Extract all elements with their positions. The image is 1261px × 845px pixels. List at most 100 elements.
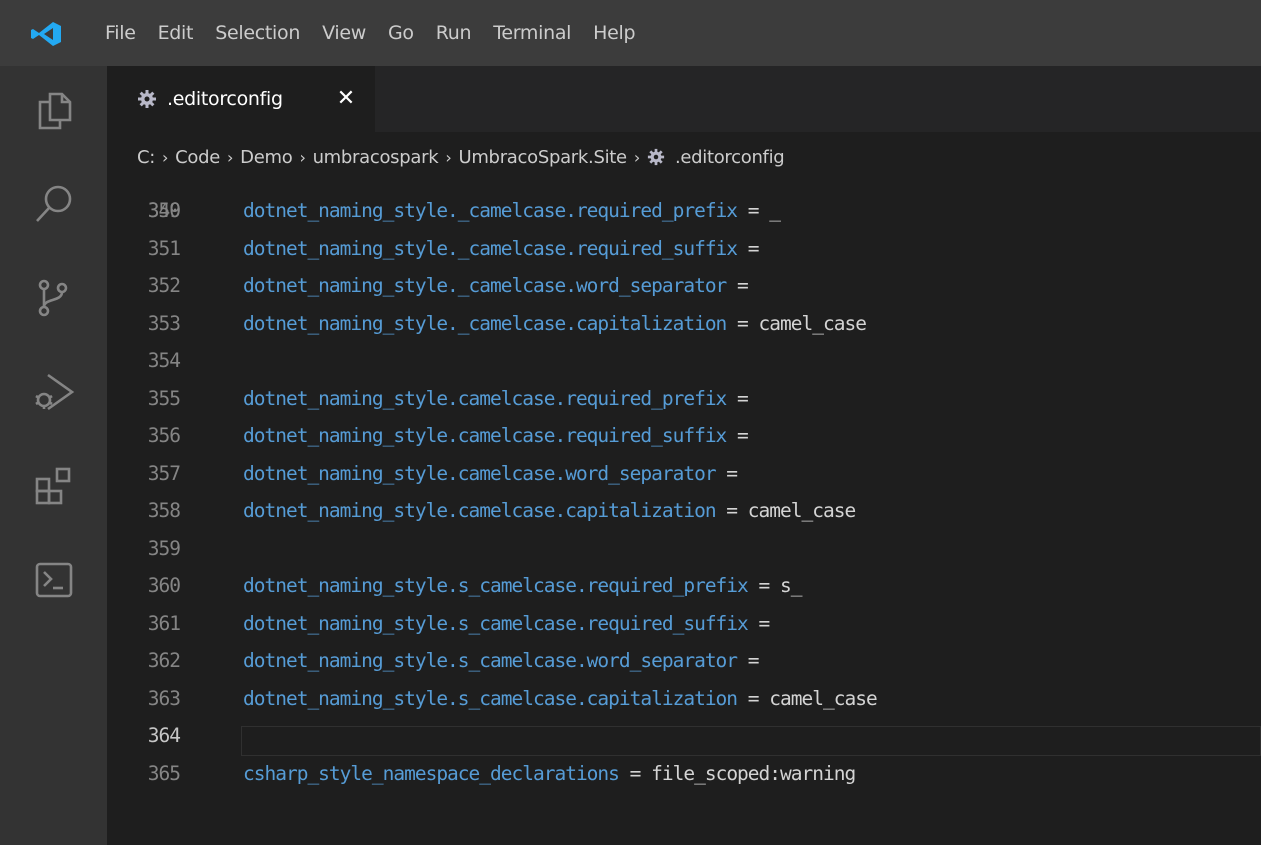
line-number: 360 — [147, 574, 181, 597]
chevron-right-icon: › — [445, 147, 452, 167]
config-key: dotnet_naming_style.s_camelcase.required… — [243, 611, 749, 635]
line-number: 353 — [147, 311, 181, 335]
line-text: dotnet_naming_style.camelcase.capitaliza… — [243, 496, 856, 526]
chevron-right-icon: › — [227, 147, 234, 167]
breadcrumb-item-demo[interactable]: Demo — [240, 147, 293, 168]
chevron-right-icon: › — [162, 147, 169, 167]
breadcrumb-item-code[interactable]: Code — [175, 147, 220, 168]
line-number: 363 — [147, 686, 181, 710]
terminal-icon[interactable] — [32, 558, 76, 602]
code-line[interactable]: 357 dotnet_naming_style.camelcase.word_se… — [107, 459, 1261, 489]
assign-operator: = — [618, 761, 652, 785]
search-icon[interactable] — [32, 182, 76, 226]
assign-operator: = — [737, 199, 770, 222]
code-line[interactable]: 360 dotnet_naming_style.s_camelcase.requi… — [107, 571, 1261, 601]
chevron-right-icon: › — [633, 147, 640, 167]
line-text: dotnet_naming_style.camelcase.required_p… — [243, 384, 749, 414]
config-value: camel_case — [747, 499, 856, 522]
line-text: dotnet_naming_style.s_camelcase.word_sep… — [243, 646, 760, 676]
menu-terminal[interactable]: Terminal — [482, 19, 582, 47]
line-number: 350 — [147, 199, 181, 222]
code-line[interactable]: 355 dotnet_naming_style.camelcase.require… — [107, 384, 1261, 414]
explorer-icon[interactable] — [32, 88, 76, 132]
config-value: s_ — [780, 574, 803, 597]
tab-bar: .editorconfig ✕ — [107, 66, 1261, 132]
assign-operator: = — [747, 574, 781, 597]
extensions-icon[interactable] — [32, 464, 76, 508]
code-line[interactable]: 352 dotnet_naming_style._camelcase.word_s… — [107, 271, 1261, 301]
assign-operator: = — [715, 499, 748, 522]
tab-label: .editorconfig — [167, 88, 283, 110]
code-line[interactable]: 363 dotnet_naming_style.s_camelcase.capit… — [107, 684, 1261, 714]
close-icon[interactable]: ✕ — [333, 86, 359, 112]
menu-edit[interactable]: Edit — [147, 19, 205, 47]
line-text: dotnet_naming_style.s_camelcase.capitali… — [243, 684, 878, 714]
menu-go[interactable]: Go — [377, 19, 425, 47]
menu-help[interactable]: Help — [582, 19, 646, 47]
config-key: dotnet_naming_style.camelcase.required_p… — [243, 386, 727, 410]
config-key: dotnet_naming_style._camelcase.word_sepa… — [243, 274, 727, 297]
code-line: 349 — [107, 182, 1261, 222]
code-editor[interactable]: 349 350 dotnet_naming_style._camelcase.re… — [107, 182, 1261, 845]
assign-operator: = — [726, 386, 749, 410]
breadcrumb-item-site[interactable]: UmbracoSpark.Site — [458, 147, 627, 168]
config-key: dotnet_naming_style.camelcase.capitaliza… — [243, 499, 717, 522]
code-line[interactable]: 365 csharp_style_namespace_declarations =… — [107, 759, 1261, 789]
line-text: dotnet_naming_style._camelcase.required_… — [243, 196, 781, 226]
line-number: 364 — [147, 724, 181, 747]
line-number: 351 — [147, 236, 181, 260]
line-text: dotnet_naming_style.camelcase.required_s… — [243, 421, 749, 451]
line-number: 357 — [147, 461, 181, 485]
config-key: dotnet_naming_style._camelcase.required_… — [243, 236, 738, 260]
line-number: 359 — [147, 536, 181, 560]
chevron-right-icon: › — [299, 147, 306, 167]
menu-file[interactable]: File — [94, 19, 147, 47]
config-value: camel_case — [758, 311, 867, 335]
activity-bar — [0, 66, 107, 845]
config-key: dotnet_naming_style._camelcase.required_… — [243, 199, 738, 222]
code-line[interactable]: 354 — [107, 346, 1261, 376]
run-debug-icon[interactable] — [32, 370, 76, 414]
line-number: 356 — [147, 424, 181, 447]
tab-editorconfig[interactable]: .editorconfig ✕ — [107, 66, 375, 132]
assign-operator: = — [747, 611, 771, 635]
breadcrumb: C: › Code › Demo › umbracospark › Umbrac… — [107, 132, 1261, 182]
assign-operator: = — [726, 424, 749, 447]
config-key: csharp_style_namespace_declarations — [243, 761, 620, 785]
breadcrumb-item-drive[interactable]: C: — [137, 147, 155, 168]
code-line[interactable]: 364 — [107, 721, 1261, 751]
config-value: _ — [769, 199, 781, 222]
config-key: dotnet_naming_style.s_camelcase.capitali… — [243, 686, 738, 710]
line-text: dotnet_naming_style._camelcase.word_sepa… — [243, 271, 749, 301]
line-number: 365 — [147, 761, 181, 785]
vscode-logo-icon — [31, 22, 61, 46]
code-line[interactable]: 353 dotnet_naming_style._camelcase.capita… — [107, 309, 1261, 339]
config-key: dotnet_naming_style.s_camelcase.required… — [243, 574, 749, 597]
breadcrumb-item-file[interactable]: .editorconfig — [675, 147, 785, 168]
assign-operator: = — [737, 686, 770, 710]
code-line[interactable]: 356 dotnet_naming_style.camelcase.require… — [107, 421, 1261, 451]
menu-bar: File Edit Selection View Go Run Terminal… — [94, 19, 646, 47]
line-number: 361 — [147, 611, 181, 635]
code-line[interactable]: 362 dotnet_naming_style.s_camelcase.word_… — [107, 646, 1261, 676]
line-number: 354 — [147, 349, 181, 372]
line-number: 352 — [147, 274, 181, 297]
code-line[interactable]: 359 — [107, 534, 1261, 564]
title-bar: File Edit Selection View Go Run Terminal… — [0, 0, 1261, 66]
code-line[interactable]: 358 dotnet_naming_style.camelcase.capital… — [107, 496, 1261, 526]
line-number: 355 — [147, 386, 181, 410]
assign-operator: = — [715, 461, 738, 485]
code-line[interactable]: 361 dotnet_naming_style.s_camelcase.requi… — [107, 609, 1261, 639]
menu-run[interactable]: Run — [425, 19, 483, 47]
menu-view[interactable]: View — [311, 19, 377, 47]
menu-selection[interactable]: Selection — [204, 19, 311, 47]
assign-operator: = — [737, 649, 760, 672]
line-text: dotnet_naming_style._camelcase.required_… — [243, 234, 760, 264]
line-text: csharp_style_namespace_declarations = fi… — [243, 759, 856, 789]
breadcrumb-item-umbracospark[interactable]: umbracospark — [313, 147, 439, 168]
code-line[interactable]: 350 dotnet_naming_style._camelcase.requir… — [107, 196, 1261, 226]
line-text: dotnet_naming_style.s_camelcase.required… — [243, 571, 803, 601]
config-key: dotnet_naming_style.s_camelcase.word_sep… — [243, 649, 738, 672]
code-line[interactable]: 351 dotnet_naming_style._camelcase.requir… — [107, 234, 1261, 264]
source-control-icon[interactable] — [32, 276, 76, 320]
